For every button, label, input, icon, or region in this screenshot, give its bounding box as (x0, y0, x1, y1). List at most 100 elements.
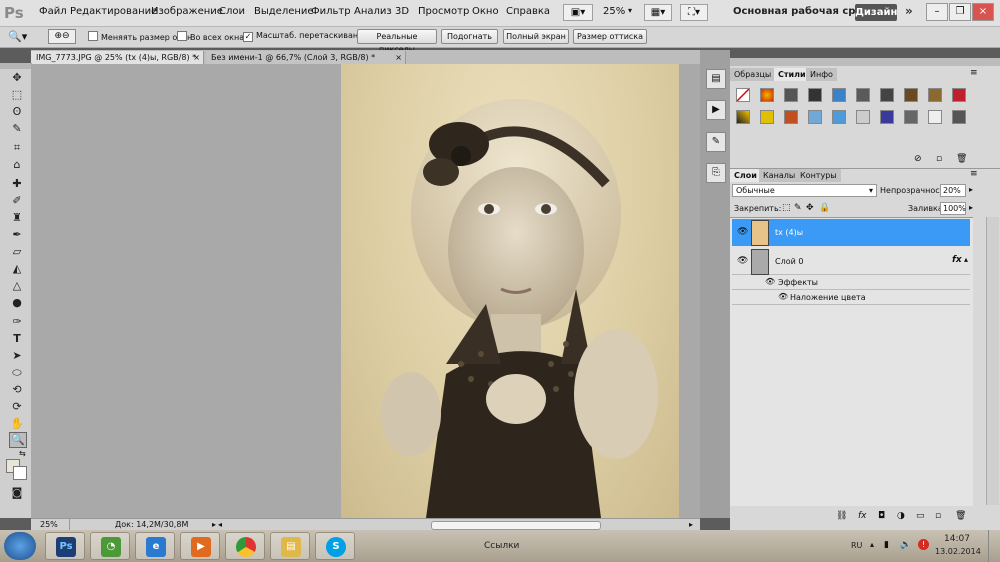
new-layer-icon[interactable]: ▫ (935, 511, 941, 521)
volume-icon[interactable]: 🔊 (900, 540, 911, 550)
menu-analysis[interactable]: Анализ (354, 6, 392, 17)
tray-arrow-icon[interactable]: ▴ (870, 540, 874, 549)
layer-name[interactable]: tx (4)ы (775, 228, 803, 237)
tab-close-icon[interactable]: × (193, 51, 200, 64)
menu-3d[interactable]: 3D (395, 6, 409, 17)
style-swatch[interactable] (904, 88, 918, 102)
marquee-tool-icon[interactable]: ⬚ (9, 88, 25, 102)
print-size-button[interactable]: Размер оттиска (573, 29, 647, 44)
language-indicator[interactable]: RU (851, 541, 862, 550)
menu-file[interactable]: Файл (39, 6, 67, 17)
canvas-area[interactable] (31, 64, 700, 518)
expand-effects-icon[interactable]: ▴ (964, 255, 968, 264)
all-windows-checkbox[interactable]: Во всех окнах (177, 31, 249, 42)
screen-mode-toggle-icon[interactable]: ⛶▾ (680, 4, 708, 21)
effect-eye-icon[interactable]: 👁 (778, 292, 788, 301)
style-swatch[interactable] (952, 88, 966, 102)
lock-position-icon[interactable]: ✥ (806, 203, 814, 213)
lock-all-icon[interactable]: 🔒 (819, 203, 830, 213)
menu-edit[interactable]: Редактирование (70, 6, 157, 17)
style-swatch[interactable] (760, 110, 774, 124)
actual-pixels-button[interactable]: Реальные пикселы (357, 29, 437, 54)
layer-fx-icon[interactable]: fx (952, 255, 962, 265)
dock-header[interactable] (730, 58, 1000, 66)
tab-paths[interactable]: Контуры (796, 169, 841, 182)
links-toolbar-label[interactable]: Ссылки (484, 541, 519, 551)
new-group-icon[interactable]: ▭ (916, 511, 925, 521)
lasso-tool-icon[interactable]: ʘ (9, 105, 25, 119)
style-swatch[interactable] (832, 110, 846, 124)
blend-mode-select[interactable]: Обычные ▾ (732, 184, 877, 197)
lock-pixels-icon[interactable]: ✎ (794, 203, 802, 213)
dodge-tool-icon[interactable]: ● (9, 296, 25, 310)
quick-select-tool-icon[interactable]: ✎ (9, 122, 25, 136)
menu-view[interactable]: Просмотр (418, 6, 469, 17)
lock-transparency-icon[interactable]: ⬚ (782, 203, 791, 213)
horizontal-scrollbar-thumb[interactable] (431, 521, 601, 530)
tab-swatches[interactable]: Образцы (730, 68, 776, 81)
clock-time[interactable]: 14:07 (944, 534, 970, 544)
notification-icon[interactable]: ! (918, 539, 929, 550)
crop-tool-icon[interactable]: ⌗ (9, 141, 25, 155)
eyedropper-tool-icon[interactable]: ⌂ (9, 158, 25, 172)
menu-help[interactable]: Справка (506, 6, 550, 17)
scroll-left-icon[interactable]: ◂ (218, 520, 222, 529)
taskbar-media[interactable]: ▶ (180, 532, 220, 560)
move-tool-icon[interactable]: ✥ (9, 71, 25, 85)
layer-name[interactable]: Слой 0 (775, 257, 803, 266)
screen-mode-icon[interactable]: ▣▾ (563, 4, 593, 21)
style-swatch[interactable] (880, 88, 894, 102)
style-swatch[interactable] (808, 88, 822, 102)
style-swatch[interactable] (880, 110, 894, 124)
fill-slider-icon[interactable]: ▸ (969, 203, 973, 212)
tab-close-icon[interactable]: × (395, 51, 402, 64)
3d-rotate-tool-icon[interactable]: ⟲ (9, 383, 25, 397)
style-swatch[interactable] (856, 88, 870, 102)
zoom-dropdown-icon[interactable]: ▾ (628, 6, 632, 15)
network-icon[interactable]: ▮ (884, 540, 889, 550)
fit-screen-button[interactable]: Подогнать (441, 29, 498, 44)
layers-panel-menu-icon[interactable]: ≡ (970, 169, 978, 179)
menu-window[interactable]: Окно (472, 6, 499, 17)
style-swatch[interactable] (928, 110, 942, 124)
menu-select[interactable]: Выделение (254, 6, 314, 17)
taskbar-skype[interactable]: S (315, 532, 355, 560)
new-style-icon[interactable]: ▫ (936, 154, 942, 164)
panel-menu-icon[interactable]: ≡ (970, 68, 978, 78)
3d-orbit-tool-icon[interactable]: ⟳ (9, 400, 25, 414)
style-swatch-none[interactable] (736, 88, 750, 102)
style-swatch[interactable] (808, 110, 822, 124)
status-menu-arrow-icon[interactable]: ▸ (212, 520, 216, 529)
eraser-tool-icon[interactable]: ▱ (9, 245, 25, 259)
taskbar-ie[interactable]: e (135, 532, 175, 560)
brush-tool-icon[interactable]: ✐ (9, 194, 25, 208)
minimize-icon[interactable]: – (926, 3, 948, 21)
adjustment-layer-icon[interactable]: ◑ (897, 511, 905, 521)
tab-untitled-1[interactable]: Без имени-1 @ 66,7% (Слой 3, RGB/8) * × (206, 51, 406, 64)
menu-filter[interactable]: Фильтр (311, 6, 351, 17)
tab-img-7773[interactable]: IMG_7773.JPG @ 25% (tx (4)ы, RGB/8) * × (31, 51, 204, 64)
zoom-tool-icon[interactable]: 🔍 (9, 432, 27, 448)
type-tool-icon[interactable]: T (9, 332, 25, 346)
style-swatch[interactable] (784, 110, 798, 124)
link-layers-icon[interactable]: ⛓ (836, 511, 847, 521)
start-button-icon[interactable] (4, 532, 36, 560)
clone-stamp-tool-icon[interactable]: ♜ (9, 211, 25, 225)
background-color-swatch[interactable] (13, 466, 27, 480)
more-workspaces-icon[interactable]: » (905, 4, 913, 18)
restore-icon[interactable]: ❐ (949, 3, 971, 21)
tab-layers[interactable]: Слои (730, 169, 761, 182)
brushes-panel-icon[interactable]: ✎ (706, 132, 726, 152)
style-swatch[interactable] (736, 110, 750, 124)
taskbar-chrome[interactable] (225, 532, 265, 560)
tab-channels[interactable]: Каналы (759, 169, 800, 182)
opacity-input[interactable]: 20% (940, 184, 966, 197)
quick-mask-icon[interactable]: ◙ (9, 486, 25, 500)
clone-source-panel-icon[interactable]: ⎘ (706, 163, 726, 183)
scroll-right-icon[interactable]: ▸ (689, 520, 693, 529)
effect-item-row[interactable]: 👁 Наложение цвета (732, 291, 970, 305)
status-zoom[interactable]: 25% (40, 520, 58, 529)
paint-bucket-tool-icon[interactable]: ◭ (9, 262, 25, 276)
swap-colors-icon[interactable]: ⇆ (19, 449, 26, 458)
layer-row[interactable]: 👁 Слой 0 fx ▴ (732, 248, 970, 275)
